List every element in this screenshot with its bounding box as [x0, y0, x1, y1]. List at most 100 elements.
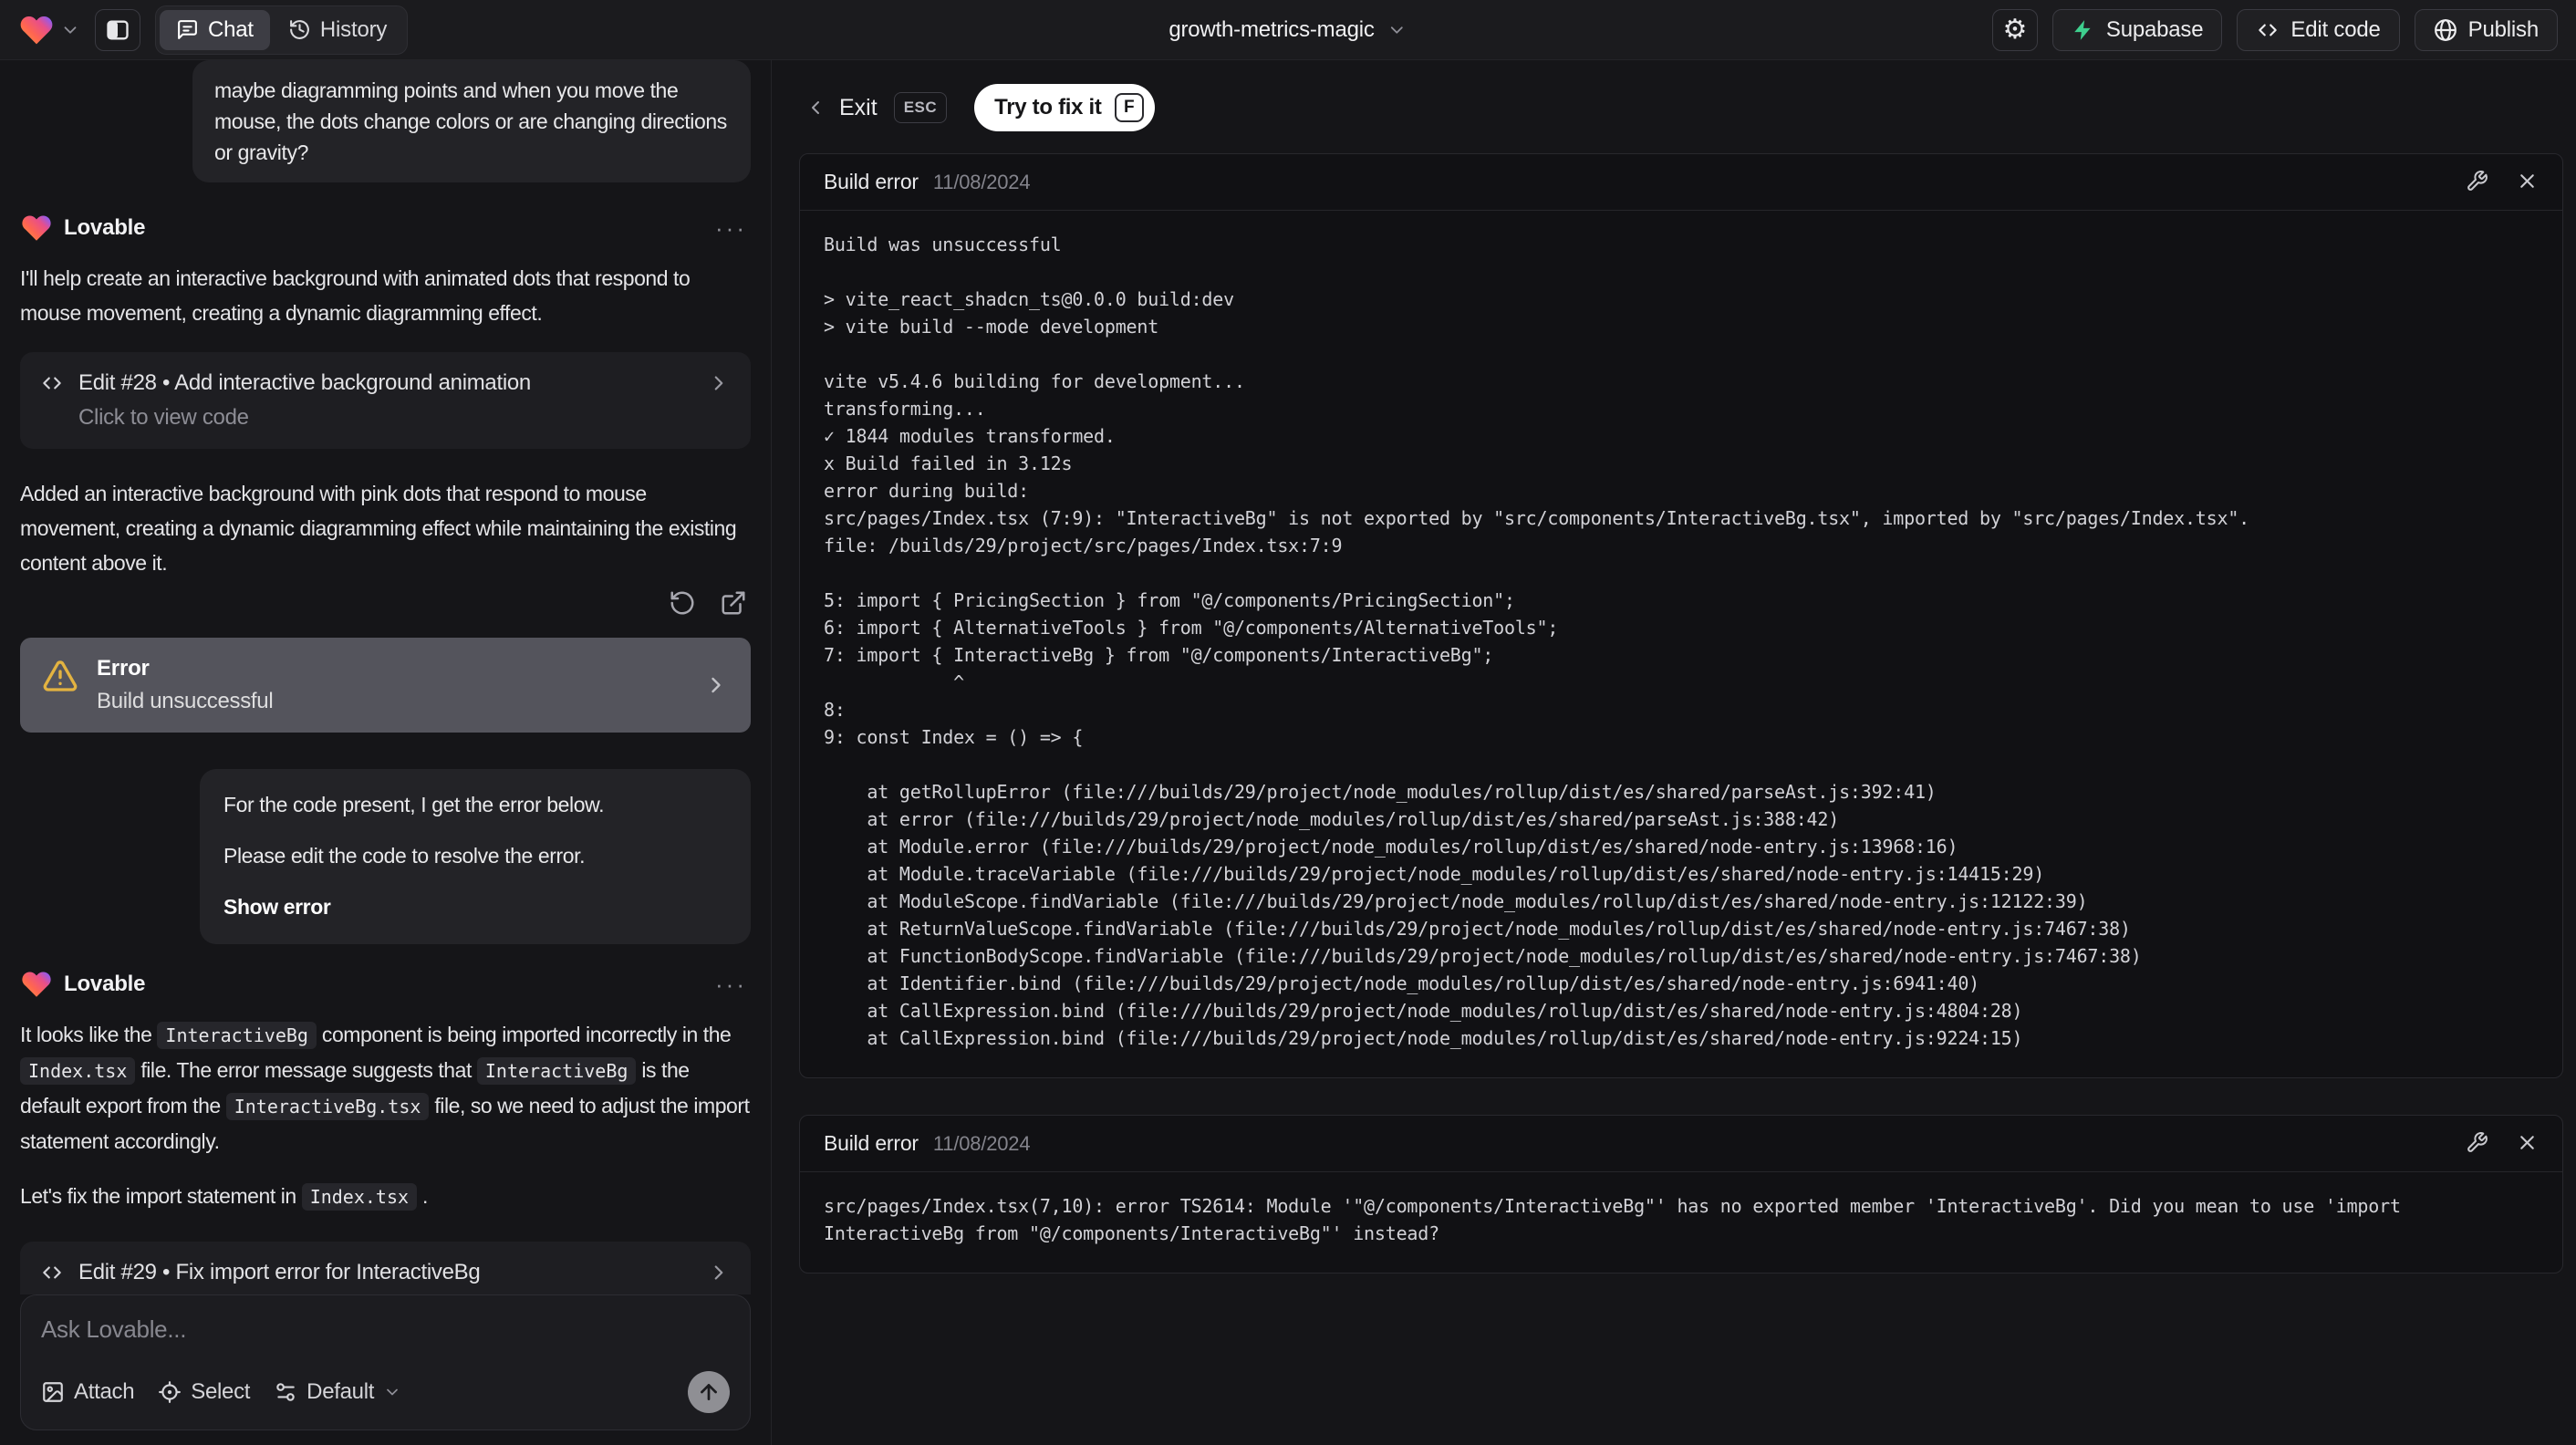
chevron-right-icon — [712, 677, 721, 693]
assistant-header: Lovable ··· — [20, 968, 751, 1001]
toggle-panel-button[interactable] — [95, 8, 140, 51]
assistant-paragraph: It looks like the InteractiveBg componen… — [20, 1017, 751, 1159]
exit-button[interactable]: Exit — [805, 95, 878, 121]
publish-button[interactable]: Publish — [2414, 8, 2558, 51]
edit-card-28[interactable]: Edit #28 • Add interactive background an… — [20, 352, 751, 449]
code-icon — [43, 377, 61, 390]
edit-title: Edit #28 • Add interactive background an… — [78, 370, 531, 395]
chevron-right-icon — [714, 376, 723, 390]
open-preview-button[interactable] — [720, 589, 747, 619]
arrow-up-icon — [701, 1384, 717, 1400]
select-button[interactable]: Select — [158, 1379, 250, 1405]
close-icon — [2520, 1135, 2534, 1149]
chevron-right-icon — [714, 1265, 723, 1280]
edit-code-button[interactable]: Edit code — [2237, 8, 2400, 51]
assistant-paragraph: Added an interactive background with pin… — [20, 482, 737, 575]
show-error-link[interactable]: Show error — [223, 895, 331, 919]
wrench-icon — [2467, 1131, 2488, 1152]
chat-input[interactable] — [41, 1315, 730, 1344]
code-chip: InteractiveBg — [157, 1022, 317, 1049]
composer: Attach Select Default — [20, 1294, 751, 1430]
tab-chat[interactable]: Chat — [160, 9, 270, 50]
text-segment: It looks like the — [20, 1023, 158, 1046]
chevron-down-icon — [1391, 26, 1404, 34]
message-actions — [20, 589, 747, 619]
mode-label: Default — [306, 1379, 375, 1404]
project-title: growth-metrics-magic — [1169, 16, 1375, 42]
tab-history[interactable]: History — [272, 10, 403, 50]
code-chip: InteractiveBg.tsx — [225, 1093, 430, 1120]
code-chip: InteractiveBg — [476, 1057, 637, 1085]
exit-label: Exit — [839, 94, 878, 120]
supabase-label: Supabase — [2105, 16, 2204, 42]
error-overlay: Exit ESC Try to fix it F Build error 11/… — [771, 60, 2576, 1445]
attach-button[interactable]: Attach — [41, 1379, 135, 1405]
edit-subtitle: Click to view code — [78, 405, 249, 430]
edit-title: Edit #29 • Fix import error for Interact… — [78, 1260, 481, 1284]
warning-triangle-icon — [43, 660, 78, 691]
restore-icon — [670, 591, 694, 615]
lovable-heart-icon — [22, 972, 51, 997]
build-log: Build was unsuccessful > vite_react_shad… — [824, 234, 2250, 1049]
panel-left-icon — [107, 20, 129, 39]
build-error-panel-2: Build error 11/08/2024 src/pages/Index.t… — [799, 1115, 2563, 1273]
code-icon — [2259, 24, 2278, 36]
assistant-paragraph: Let's fix the import statement in Index.… — [20, 1179, 751, 1214]
topbar: Chat History growth-metrics-magic ⚙ Supa… — [0, 0, 2576, 60]
assistant-paragraph: I'll help create an interactive backgrou… — [20, 266, 691, 325]
console-title: Build error — [824, 1131, 919, 1155]
close-panel-button[interactable] — [2516, 170, 2539, 195]
try-to-fix-button[interactable]: Try to fix it F — [974, 84, 1155, 131]
settings-button[interactable]: ⚙ — [1991, 8, 2038, 51]
target-icon — [159, 1381, 182, 1403]
tab-chat-label: Chat — [208, 16, 254, 42]
assistant-header: Lovable ··· — [20, 212, 751, 244]
text-segment: component is being imported incorrectly … — [316, 1023, 732, 1046]
chevron-down-icon — [64, 26, 77, 34]
send-button[interactable] — [688, 1371, 730, 1413]
chevron-down-icon — [387, 1388, 398, 1396]
attach-label: Attach — [74, 1379, 135, 1404]
error-card-title: Error — [97, 656, 150, 681]
supabase-bolt-icon — [2074, 19, 2091, 40]
lovable-heart-icon — [22, 215, 51, 241]
console-header: Build error 11/08/2024 — [800, 154, 2562, 211]
more-options-button[interactable]: ··· — [712, 972, 751, 996]
close-icon — [2520, 173, 2534, 188]
edit-code-label: Edit code — [2290, 16, 2381, 42]
overlay-header: Exit ESC Try to fix it F — [799, 73, 2563, 153]
mode-dropdown[interactable]: Default — [274, 1379, 401, 1405]
user-message-text: Please edit the code to resolve the erro… — [223, 844, 586, 868]
close-panel-button[interactable] — [2516, 1131, 2539, 1157]
f-key-badge: F — [1114, 93, 1144, 122]
fix-with-ai-button[interactable] — [2466, 1131, 2488, 1157]
text-segment: file. The error message suggests that — [135, 1058, 477, 1082]
wrench-icon — [2467, 170, 2488, 191]
user-message: maybe diagramming points and when you mo… — [192, 60, 751, 182]
lovable-heart-icon — [20, 16, 53, 44]
chevron-left-icon — [812, 101, 819, 114]
user-message-text: For the code present, I get the error be… — [223, 793, 605, 816]
restore-button[interactable] — [669, 589, 696, 619]
lovable-logo-menu[interactable] — [18, 12, 80, 48]
tab-history-label: History — [319, 16, 388, 42]
publish-label: Publish — [2467, 16, 2540, 42]
external-link-icon — [722, 591, 745, 615]
console-title: Build error — [824, 170, 919, 193]
assistant-name: Lovable — [64, 972, 146, 996]
more-options-button[interactable]: ··· — [712, 215, 751, 240]
user-message-text: maybe diagramming points and when you mo… — [214, 78, 727, 164]
error-card-subtitle: Build unsuccessful — [97, 689, 274, 713]
gear-icon: ⚙ — [2002, 14, 2028, 45]
code-chip: Index.tsx — [20, 1057, 136, 1085]
view-tabs: Chat History — [155, 5, 409, 55]
edit-card-29[interactable]: Edit #29 • Fix import error for Interact… — [20, 1242, 751, 1294]
esc-key-badge: ESC — [893, 92, 948, 123]
project-switcher[interactable]: growth-metrics-magic — [1169, 17, 1407, 43]
code-chip: Index.tsx — [301, 1183, 418, 1211]
fix-with-ai-button[interactable] — [2466, 170, 2488, 195]
supabase-button[interactable]: Supabase — [2051, 8, 2223, 51]
chat-bubble-icon — [178, 20, 197, 39]
chat-panel: maybe diagramming points and when you mo… — [0, 60, 771, 1445]
build-error-card[interactable]: Error Build unsuccessful — [20, 638, 751, 733]
